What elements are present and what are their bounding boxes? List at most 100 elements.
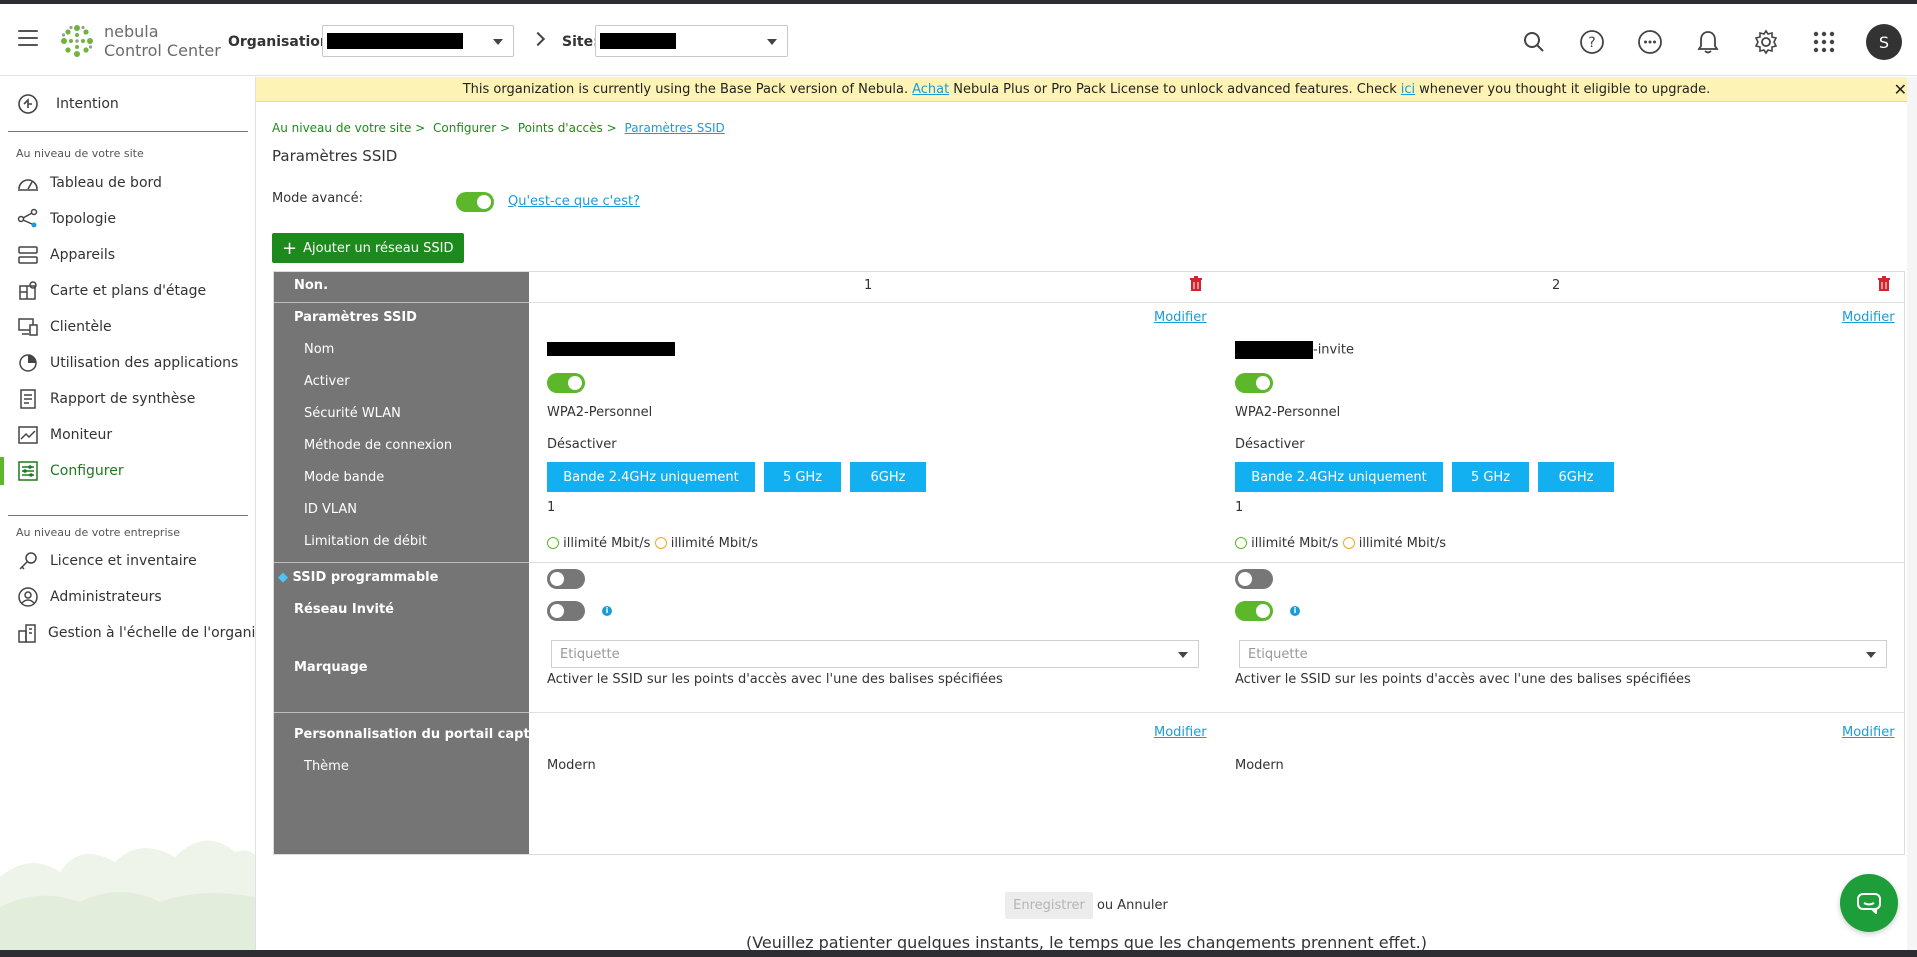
sidebar-item-summary-report[interactable]: Rapport de synthèse xyxy=(0,381,255,417)
menu-icon[interactable] xyxy=(18,30,38,46)
breadcrumb-configure[interactable]: Configurer > xyxy=(433,121,510,135)
label-divider xyxy=(274,302,529,303)
ssid-column-2: 2 Modifier -invite WPA2-Personnel Désact… xyxy=(1217,272,1905,854)
band-24ghz-button[interactable]: Bande 2.4GHz uniquement xyxy=(1235,462,1443,492)
trash-icon[interactable] xyxy=(1877,276,1891,296)
band-5ghz-button[interactable]: 5 GHz xyxy=(764,462,841,492)
close-icon[interactable]: ✕ xyxy=(1894,80,1907,99)
band-6ghz-button[interactable]: 6GHz xyxy=(850,462,926,492)
ssid-name-suffix: -invite xyxy=(1313,342,1354,358)
diamond-icon: ◆ xyxy=(278,570,288,585)
rate-down: illimité Mbit/s xyxy=(1251,536,1339,551)
sidebar-item-clients[interactable]: Clientèle xyxy=(0,309,255,345)
modify-portal-link[interactable]: Modifier xyxy=(1154,725,1207,740)
banner-here-link[interactable]: ici xyxy=(1401,82,1415,97)
logo-line1: nebula xyxy=(104,22,159,41)
modify-ssid-link[interactable]: Modifier xyxy=(1842,310,1895,325)
modify-portal-link[interactable]: Modifier xyxy=(1842,725,1895,740)
map-icon xyxy=(16,279,40,303)
sidebar-item-label: Tableau de bord xyxy=(50,175,162,191)
enable-toggle[interactable] xyxy=(1235,373,1273,393)
trash-icon[interactable] xyxy=(1189,276,1203,296)
gear-icon[interactable] xyxy=(1750,26,1782,58)
label-vlan-id: ID VLAN xyxy=(304,502,358,517)
band-5ghz-button[interactable]: 5 GHz xyxy=(1452,462,1529,492)
bell-icon[interactable] xyxy=(1692,26,1724,58)
theme-value: Modern xyxy=(1235,758,1284,773)
sidebar-item-label: Administrateurs xyxy=(50,589,162,605)
sidebar-item-configure[interactable]: Configurer xyxy=(0,453,255,489)
chevron-down-icon xyxy=(1178,652,1188,658)
devices-icon xyxy=(16,243,40,267)
sidebar-item-devices[interactable]: Appareils xyxy=(0,237,255,273)
label-theme: Thème xyxy=(304,759,349,774)
sidebar-item-label: Utilisation des applications xyxy=(50,355,239,371)
scrollbar[interactable] xyxy=(1907,77,1917,957)
sidebar-item-intention[interactable]: Intention xyxy=(0,86,255,122)
sidebar-item-label: Licence et inventaire xyxy=(50,553,197,569)
report-icon xyxy=(16,387,40,411)
ssid-table: Non. Paramètres SSID Nom Activer Sécurit… xyxy=(273,271,1905,855)
sidebar-item-monitor[interactable]: Moniteur xyxy=(0,417,255,453)
info-icon[interactable]: i xyxy=(1290,606,1300,616)
label-programmable-ssid-text: SSID programmable xyxy=(292,570,439,585)
banner-text-before: This organization is currently using the… xyxy=(462,81,909,97)
ssid-name[interactable] xyxy=(547,341,675,356)
band-24ghz-button[interactable]: Bande 2.4GHz uniquement xyxy=(547,462,755,492)
apps-grid-icon[interactable] xyxy=(1808,26,1840,58)
breadcrumb-current[interactable]: Paramètres SSID xyxy=(625,121,725,135)
tag-select[interactable]: Etiquette xyxy=(1239,640,1887,668)
site-select[interactable] xyxy=(595,25,788,57)
label-divider xyxy=(274,562,529,563)
sidebar-item-license[interactable]: Licence et inventaire xyxy=(0,543,255,579)
avatar[interactable]: S xyxy=(1866,24,1902,60)
ssid-number: 1 xyxy=(864,278,873,293)
programmable-ssid-toggle[interactable] xyxy=(1235,569,1273,589)
topology-icon xyxy=(16,207,40,231)
what-is-it-link[interactable]: Qu'est-ce que c'est? xyxy=(508,194,640,209)
info-icon[interactable]: i xyxy=(602,606,612,616)
banner-purchase-link[interactable]: Achat xyxy=(912,82,949,97)
cloud-decoration xyxy=(0,840,255,957)
configure-icon xyxy=(16,459,40,483)
upload-icon xyxy=(654,537,667,549)
programmable-ssid-toggle[interactable] xyxy=(547,569,585,589)
sidebar-item-org-management[interactable]: Gestion à l'échelle de l'organisc xyxy=(0,615,255,651)
more-options-icon[interactable] xyxy=(1634,26,1666,58)
band-6ghz-button[interactable]: 6GHz xyxy=(1538,462,1614,492)
sidebar-item-dashboard[interactable]: Tableau de bord xyxy=(0,165,255,201)
rate-limit-value: illimité Mbit/s illimité Mbit/s xyxy=(1235,536,1446,551)
guest-network-toggle[interactable] xyxy=(1235,601,1273,621)
bottom-strip xyxy=(0,950,1917,957)
guest-network-toggle[interactable] xyxy=(547,601,585,621)
save-row: Enregistrer ou Annuler xyxy=(256,892,1917,919)
save-button[interactable]: Enregistrer xyxy=(1005,892,1093,919)
tag-placeholder: Etiquette xyxy=(560,646,620,662)
sidebar-item-administrators[interactable]: Administrateurs xyxy=(0,579,255,615)
search-icon[interactable] xyxy=(1518,26,1550,58)
breadcrumb-site[interactable]: Au niveau de votre site > xyxy=(272,121,425,135)
sidebar-item-map[interactable]: Carte et plans d'étage xyxy=(0,273,255,309)
sidebar-item-topology[interactable]: Topologie xyxy=(0,201,255,237)
advanced-mode-toggle[interactable] xyxy=(456,192,494,212)
chat-button[interactable] xyxy=(1840,874,1898,932)
sidebar-item-app-usage[interactable]: Utilisation des applications xyxy=(0,345,255,381)
rate-up: illimité Mbit/s xyxy=(670,536,758,551)
sidebar-section-site: Au niveau de votre site xyxy=(16,147,144,160)
organisation-select[interactable] xyxy=(322,25,514,57)
label-band-mode: Mode bande xyxy=(304,470,385,485)
rate-limit-value: illimité Mbit/s illimité Mbit/s xyxy=(547,536,758,551)
chevron-right-icon xyxy=(530,31,546,47)
modify-ssid-link[interactable]: Modifier xyxy=(1154,310,1207,325)
breadcrumb-access-points[interactable]: Points d'accès > xyxy=(518,121,617,135)
tag-select[interactable]: Etiquette xyxy=(551,640,1199,668)
tag-help-text: Activer le SSID sur les points d'accès a… xyxy=(547,672,1003,687)
add-ssid-button[interactable]: + Ajouter un réseau SSID xyxy=(272,233,464,263)
ssid-name[interactable]: -invite xyxy=(1235,341,1354,359)
row-divider xyxy=(1217,302,1905,303)
row-labels: Non. Paramètres SSID Nom Activer Sécurit… xyxy=(274,272,540,854)
enable-toggle[interactable] xyxy=(547,373,585,393)
help-icon[interactable]: ? xyxy=(1576,26,1608,58)
nebula-logo[interactable]: nebula Control Center xyxy=(60,22,221,60)
cancel-link[interactable]: ou Annuler xyxy=(1097,898,1168,913)
